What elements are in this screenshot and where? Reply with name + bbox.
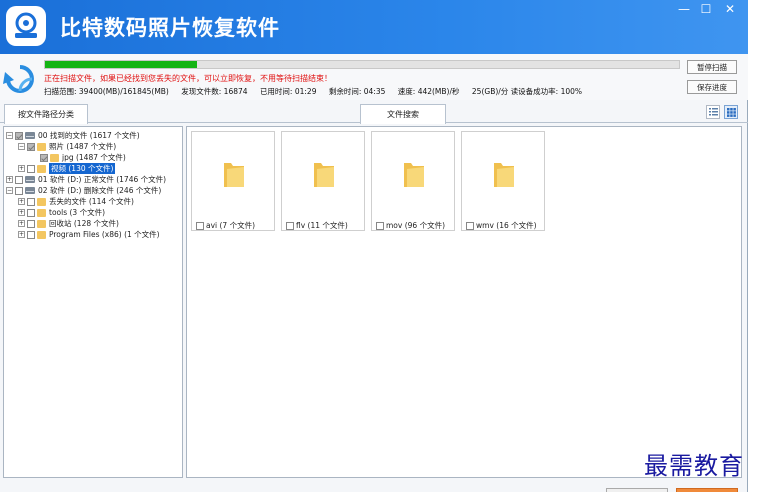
tree-checkbox[interactable]: [15, 131, 23, 140]
tree-checkbox[interactable]: [27, 197, 35, 206]
folder-tree: − 00 找到的文件 (1617 个文件) − 照片 (1487 个文件) jp…: [3, 126, 183, 478]
tree-item-label: Program Files (x86) (1 个文件): [49, 230, 160, 239]
folder-checkbox[interactable]: [286, 221, 294, 230]
tree-item-label: 视频 (130 个文件): [49, 163, 116, 174]
scan-progress-fill: [45, 61, 197, 68]
tree-checkbox[interactable]: [15, 186, 23, 195]
folder-card-wmv[interactable]: wmv (16 个文件): [461, 131, 545, 231]
tree-checkbox[interactable]: [27, 164, 35, 173]
watermark-text: 最需教育: [644, 452, 744, 480]
collapse-icon[interactable]: −: [18, 143, 25, 150]
tree-item-video[interactable]: + 视频 (130 个文件): [18, 163, 116, 174]
tree-item-label: 丢失的文件 (114 个文件): [49, 197, 134, 206]
drive-icon: [25, 187, 35, 194]
scan-speed: 速度: 442(MB)/秒: [397, 87, 460, 96]
recover-button[interactable]: [676, 488, 738, 492]
folder-icon: [50, 153, 59, 162]
tree-item-photos[interactable]: − 照片 (1487 个文件): [18, 141, 116, 152]
found-count: 发现文件数: 16874: [181, 87, 248, 96]
tree-item-label: 01 软件 (D:) 正常文件 (1746 个文件): [38, 175, 167, 184]
list-view-button[interactable]: [706, 105, 720, 119]
tree-item-tools[interactable]: + tools (3 个文件): [18, 207, 105, 218]
folder-icon: [314, 163, 334, 187]
folder-icon: [37, 164, 46, 173]
tab-by-path[interactable]: 按文件路径分类: [4, 104, 88, 124]
folder-checkbox[interactable]: [196, 221, 204, 230]
title-bar: 比特数码照片恢复软件 — ☐ ✕: [0, 0, 748, 54]
tree-checkbox[interactable]: [27, 219, 35, 228]
folder-icon: [37, 219, 46, 228]
tree-item-program-files[interactable]: + Program Files (x86) (1 个文件): [18, 229, 160, 240]
collapse-icon[interactable]: −: [6, 187, 13, 194]
folder-icon: [494, 163, 514, 187]
tab-bar: 按文件路径分类 文件搜索: [0, 101, 748, 124]
grid-view-button[interactable]: [724, 105, 738, 119]
expand-icon[interactable]: +: [6, 176, 13, 183]
folder-card-mov[interactable]: mov (96 个文件): [371, 131, 455, 231]
save-progress-button[interactable]: 保存进度: [687, 80, 737, 94]
scan-refresh-icon: [3, 65, 34, 93]
scan-progress-area: 正在扫描文件，如果已经找到您丢失的文件，可以立即恢复，不用等待扫描结束！ 扫描范…: [0, 54, 748, 100]
tree-item-label: jpg (1487 个文件): [62, 153, 126, 162]
expand-icon[interactable]: +: [18, 231, 25, 238]
file-grid: avi (7 个文件) flv (11 个文件) mov (96 个文件) wm…: [186, 126, 742, 478]
folder-card-label: flv (11 个文件): [296, 221, 348, 230]
folder-icon: [37, 230, 46, 239]
collapse-icon[interactable]: −: [6, 132, 13, 139]
drive-icon: [25, 132, 35, 139]
folder-icon: [37, 197, 46, 206]
minimize-button[interactable]: —: [672, 0, 696, 18]
tree-item-recycle-bin[interactable]: + 回收站 (128 个文件): [18, 218, 119, 229]
tree-item-lost-files[interactable]: + 丢失的文件 (114 个文件): [18, 196, 134, 207]
folder-card-label: mov (96 个文件): [386, 221, 445, 230]
expand-icon[interactable]: +: [18, 220, 25, 227]
scan-range: 扫描范围: 39400(MB)/161845(MB): [44, 87, 169, 96]
app-window: 比特数码照片恢复软件 — ☐ ✕ 正在扫描文件，如果已经找到您丢失的文件，可以立…: [0, 0, 748, 492]
app-logo-icon: [6, 6, 46, 46]
tree-checkbox[interactable]: [15, 175, 23, 184]
drive-icon: [25, 176, 35, 183]
folder-icon: [404, 163, 424, 187]
scan-status-message: 正在扫描文件，如果已经找到您丢失的文件，可以立即恢复，不用等待扫描结束！: [44, 74, 332, 83]
tree-item-found-files[interactable]: − 00 找到的文件 (1617 个文件): [6, 130, 140, 141]
folder-card-flv[interactable]: flv (11 个文件): [281, 131, 365, 231]
scan-progress-bar: [44, 60, 680, 69]
tree-checkbox[interactable]: [40, 153, 48, 162]
folder-icon: [37, 142, 46, 151]
tree-checkbox[interactable]: [27, 142, 35, 151]
list-view-icon: [708, 108, 718, 116]
folder-checkbox[interactable]: [376, 221, 384, 230]
tree-item-label: 00 找到的文件 (1617 个文件): [38, 131, 140, 140]
maximize-button[interactable]: ☐: [694, 0, 718, 18]
folder-icon: [37, 208, 46, 217]
folder-card-avi[interactable]: avi (7 个文件): [191, 131, 275, 231]
folder-checkbox[interactable]: [466, 221, 474, 230]
read-rate: 25(GB)/分 读设备成功率: 100%: [471, 87, 583, 96]
tree-item-label: 02 软件 (D:) 删除文件 (246 个文件): [38, 186, 162, 195]
tree-checkbox[interactable]: [27, 230, 35, 239]
app-title: 比特数码照片恢复软件: [60, 16, 280, 40]
folder-card-label: avi (7 个文件): [206, 221, 256, 230]
tree-item-label: tools (3 个文件): [49, 208, 106, 217]
folder-icon: [224, 163, 244, 187]
grid-view-icon: [726, 107, 736, 117]
tree-item-deleted-files[interactable]: − 02 软件 (D:) 删除文件 (246 个文件): [6, 185, 161, 196]
scan-stats: 扫描范围: 39400(MB)/161845(MB) 发现文件数: 16874 …: [44, 86, 592, 97]
tree-item-label: 照片 (1487 个文件): [49, 142, 117, 151]
elapsed-time: 已用时间: 01:29: [259, 87, 317, 96]
tree-checkbox[interactable]: [27, 208, 35, 217]
tree-item-normal-files[interactable]: + 01 软件 (D:) 正常文件 (1746 个文件): [6, 174, 166, 185]
expand-icon[interactable]: +: [18, 198, 25, 205]
expand-icon[interactable]: +: [18, 165, 25, 172]
tree-item-label: 回收站 (128 个文件): [49, 219, 119, 228]
tab-file-search[interactable]: 文件搜索: [360, 104, 446, 124]
pause-scan-button[interactable]: 暂停扫描: [687, 60, 737, 74]
remaining-time: 剩余时间: 04:35: [328, 87, 386, 96]
folder-card-label: wmv (16 个文件): [476, 221, 537, 230]
tree-item-jpg[interactable]: jpg (1487 个文件): [40, 152, 126, 163]
bottom-button-left[interactable]: [606, 488, 668, 492]
close-button[interactable]: ✕: [718, 0, 742, 18]
expand-icon[interactable]: +: [18, 209, 25, 216]
